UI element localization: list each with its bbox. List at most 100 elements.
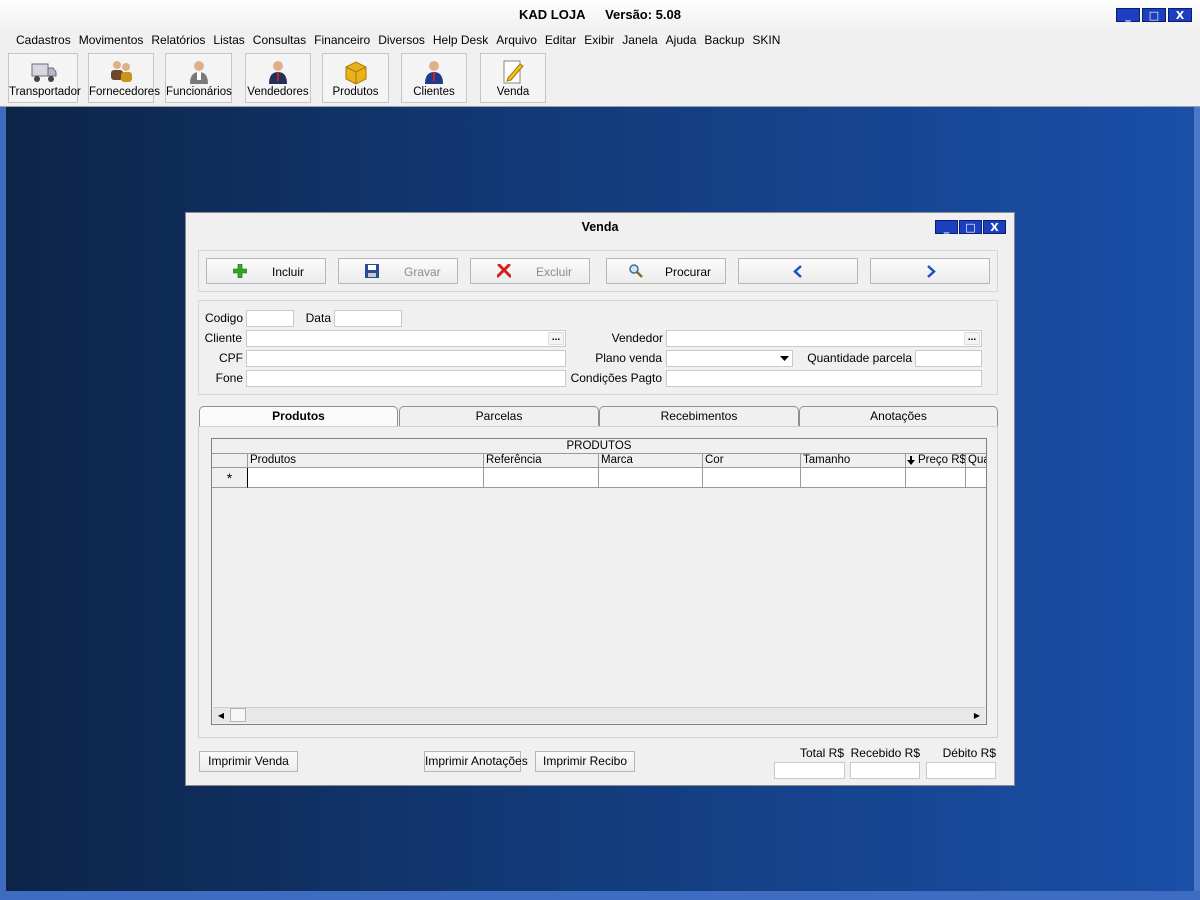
imprimir-anotacoes-button[interactable]: Imprimir Anotações bbox=[424, 751, 528, 772]
save-icon bbox=[365, 264, 379, 278]
funcionarios-label: Funcionários bbox=[166, 86, 232, 98]
menu-diversos[interactable]: Diversos bbox=[374, 30, 429, 50]
tab-parcelas[interactable]: Parcelas bbox=[399, 406, 599, 426]
excluir-label: Excluir bbox=[536, 265, 573, 279]
venda-button[interactable]: Venda bbox=[480, 53, 546, 103]
condicoes-pagto-label: Condições Pagto bbox=[570, 371, 662, 385]
tab-recebimentos[interactable]: Recebimentos bbox=[599, 406, 799, 426]
dialog-minimize-button[interactable]: _ bbox=[935, 220, 958, 234]
menu-consultas[interactable]: Consultas bbox=[249, 30, 310, 50]
grid-caption: PRODUTOS bbox=[212, 439, 986, 454]
produtos-grid: PRODUTOS Produtos Referência Marca Cor T… bbox=[211, 438, 987, 725]
imprimir-venda-button[interactable]: Imprimir Venda bbox=[199, 751, 298, 772]
cliente-lookup-button[interactable]: ... bbox=[548, 332, 564, 345]
imprimir-recibo-button[interactable]: Imprimir Recibo bbox=[535, 751, 635, 772]
fornecedores-button[interactable]: Fornecedores bbox=[88, 53, 160, 103]
chevron-down-icon bbox=[780, 356, 789, 361]
quantidade-parcela-field[interactable] bbox=[915, 350, 982, 367]
total-field[interactable] bbox=[774, 762, 845, 779]
plano-venda-select[interactable] bbox=[666, 350, 793, 367]
procurar-button[interactable]: Procurar bbox=[606, 258, 726, 284]
previous-record-button[interactable] bbox=[738, 258, 858, 284]
salesman-icon bbox=[269, 61, 287, 84]
menu-ajuda[interactable]: Ajuda bbox=[662, 30, 701, 50]
next-record-button[interactable] bbox=[870, 258, 990, 284]
data-field[interactable] bbox=[334, 310, 402, 327]
scroll-right-arrow-icon[interactable]: ▶ bbox=[969, 708, 985, 723]
maximize-button[interactable]: □ bbox=[1142, 8, 1166, 22]
new-row-indicator: * bbox=[212, 468, 248, 488]
menu-relatorios[interactable]: Relatórios bbox=[147, 30, 209, 50]
dialog-close-button[interactable]: X bbox=[983, 220, 1006, 234]
scroll-thumb[interactable] bbox=[230, 708, 246, 722]
column-header-referencia[interactable]: Referência bbox=[484, 453, 599, 468]
column-header-preco[interactable]: Preço R$ bbox=[906, 453, 966, 468]
debito-field[interactable] bbox=[926, 762, 996, 779]
incluir-button[interactable]: Incluir bbox=[206, 258, 326, 284]
gravar-button[interactable]: Gravar bbox=[338, 258, 458, 284]
cell-tamanho[interactable] bbox=[801, 468, 906, 488]
menu-listas[interactable]: Listas bbox=[209, 30, 248, 50]
truck-icon bbox=[31, 63, 57, 82]
column-header-quantidade[interactable]: Qua bbox=[966, 453, 986, 468]
horizontal-scrollbar[interactable]: ◀ ▶ bbox=[213, 707, 985, 723]
column-header-cor[interactable]: Cor bbox=[703, 453, 801, 468]
debito-label: Débito R$ bbox=[942, 746, 996, 760]
codigo-label: Codigo bbox=[204, 311, 243, 325]
cliente-label: Cliente bbox=[204, 331, 242, 345]
plus-icon bbox=[233, 264, 247, 278]
excluir-button[interactable]: Excluir bbox=[470, 258, 590, 284]
cell-quantidade[interactable] bbox=[966, 468, 986, 488]
vendedor-lookup-button[interactable]: ... bbox=[964, 332, 980, 345]
data-label: Data bbox=[305, 311, 331, 325]
menu-exibir[interactable]: Exibir bbox=[580, 30, 618, 50]
cpf-field[interactable] bbox=[246, 350, 566, 367]
condicoes-pagto-field[interactable] bbox=[666, 370, 982, 387]
column-header-marca[interactable]: Marca bbox=[599, 453, 703, 468]
cliente-field[interactable]: ... bbox=[246, 330, 566, 347]
column-header-produtos[interactable]: Produtos bbox=[248, 453, 484, 468]
dialog-maximize-button[interactable]: □ bbox=[959, 220, 982, 234]
tab-produtos[interactable]: Produtos bbox=[199, 406, 398, 427]
menu-help-desk[interactable]: Help Desk bbox=[429, 30, 492, 50]
recebido-label: Recebido R$ bbox=[850, 746, 920, 760]
fone-field[interactable] bbox=[246, 370, 566, 387]
menu-cadastros[interactable]: Cadastros bbox=[12, 30, 75, 50]
fone-label: Fone bbox=[215, 371, 243, 385]
vendedor-field[interactable]: ... bbox=[666, 330, 982, 347]
funcionarios-button[interactable]: Funcionários bbox=[165, 53, 232, 103]
vendedor-label: Vendedor bbox=[611, 331, 663, 345]
clientes-button[interactable]: Clientes bbox=[401, 53, 467, 103]
grid-corner-header bbox=[212, 453, 248, 468]
menu-movimentos[interactable]: Movimentos bbox=[75, 30, 148, 50]
tab-anotacoes[interactable]: Anotações bbox=[799, 406, 998, 426]
menu-bar: Cadastros Movimentos Relatórios Listas C… bbox=[0, 30, 1200, 50]
app-titlebar: KAD LOJA Versão: 5.08 _ □ X bbox=[0, 0, 1200, 31]
menu-backup[interactable]: Backup bbox=[700, 30, 748, 50]
scroll-left-arrow-icon[interactable]: ◀ bbox=[213, 708, 229, 723]
produtos-label: Produtos bbox=[332, 86, 379, 98]
app-name: KAD LOJA bbox=[519, 7, 586, 22]
vendedores-button[interactable]: Vendedores bbox=[245, 53, 311, 103]
codigo-field[interactable] bbox=[246, 310, 294, 327]
minimize-button[interactable]: _ bbox=[1116, 8, 1140, 22]
cell-produto[interactable] bbox=[248, 468, 484, 488]
produtos-button[interactable]: Produtos bbox=[322, 53, 389, 103]
cpf-label: CPF bbox=[219, 351, 243, 365]
close-button[interactable]: X bbox=[1168, 8, 1192, 22]
menu-skin[interactable]: SKIN bbox=[748, 30, 784, 50]
menu-financeiro[interactable]: Financeiro bbox=[310, 30, 374, 50]
cell-referencia[interactable] bbox=[484, 468, 599, 488]
cell-cor[interactable] bbox=[703, 468, 801, 488]
cell-marca[interactable] bbox=[599, 468, 703, 488]
column-header-tamanho[interactable]: Tamanho bbox=[801, 453, 906, 468]
menu-arquivo[interactable]: Arquivo bbox=[492, 30, 541, 50]
cell-preco[interactable] bbox=[906, 468, 966, 488]
sort-down-icon bbox=[907, 456, 915, 465]
menu-janela[interactable]: Janela bbox=[618, 30, 661, 50]
transportador-label: Transportador bbox=[9, 86, 81, 98]
app-window-controls: _ □ X bbox=[1116, 8, 1192, 22]
menu-editar[interactable]: Editar bbox=[541, 30, 580, 50]
transportador-button[interactable]: Transportador bbox=[8, 53, 81, 103]
recebido-field[interactable] bbox=[850, 762, 920, 779]
